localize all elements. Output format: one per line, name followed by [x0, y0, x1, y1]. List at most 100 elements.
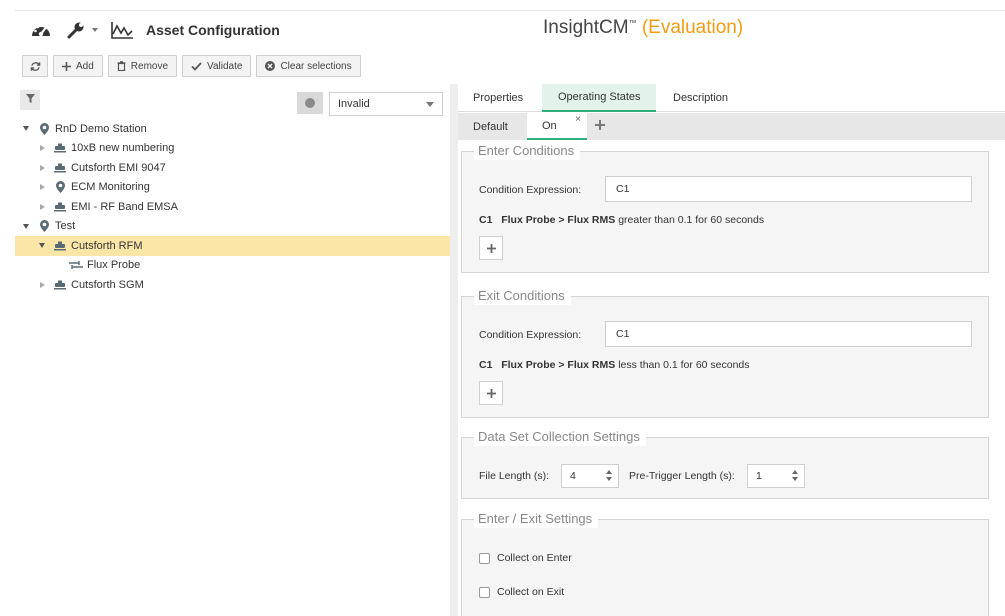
enter-condition-row: C1 Flux Probe > Flux RMS greater than 0.… [479, 214, 764, 226]
filter-button[interactable] [20, 90, 40, 110]
brand-logo: InsightCM™ (Evaluation) [543, 17, 743, 39]
add-enter-condition-button[interactable] [479, 236, 503, 260]
tree-item-emi-rf-band-emsa[interactable]: EMI - RF Band EMSA [15, 197, 450, 217]
machine-icon [53, 163, 67, 173]
file-length-label: File Length (s): [479, 470, 550, 482]
dashboard-icon[interactable] [30, 19, 52, 41]
tree-item-cutsforth-rfm[interactable]: Cutsforth RFM [15, 236, 450, 256]
tree-item-label: Flux Probe [87, 259, 141, 272]
plus-icon [486, 243, 496, 253]
tree-toggle-icon[interactable] [21, 224, 31, 229]
machine-icon [53, 280, 67, 290]
status-filter-value: Invalid [338, 98, 370, 110]
chevron-down-icon [426, 102, 434, 107]
collect-on-exit-checkbox[interactable]: Collect on Exit [479, 586, 564, 598]
machine-icon [53, 241, 67, 251]
clear-selections-label: Clear selections [280, 60, 352, 72]
add-label: Add [76, 60, 94, 72]
tree-toggle-icon[interactable] [37, 204, 47, 210]
tree-item-label: 10xB new numbering [71, 142, 175, 155]
pane-splitter[interactable] [450, 84, 458, 616]
condition-criteria[interactable]: greater than 0.1 for 60 seconds [618, 214, 764, 226]
plus-icon [62, 61, 71, 71]
machine-icon [53, 202, 67, 212]
chevron-down-icon[interactable] [92, 19, 98, 41]
remove-label: Remove [130, 60, 169, 72]
spinner-arrows-icon[interactable] [606, 470, 612, 481]
condition-id: C1 [479, 214, 493, 226]
tree-toggle-icon[interactable] [37, 165, 47, 171]
collect-on-enter-checkbox[interactable]: Collect on Enter [479, 552, 572, 564]
tree-item-label: Cutsforth EMI 9047 [71, 161, 166, 174]
checkbox-icon[interactable] [479, 552, 490, 564]
wrench-icon[interactable] [66, 19, 86, 41]
exit-conditions-group: Exit Conditions Condition Expression: C1… [461, 287, 989, 418]
enter-conditions-group: Enter Conditions Condition Expression: C… [461, 142, 989, 273]
close-icon[interactable]: × [575, 114, 581, 125]
condition-channel[interactable]: Flux Probe > Flux RMS [501, 359, 615, 371]
tree-toggle-icon[interactable] [37, 184, 47, 190]
tree-toggle-icon[interactable] [37, 282, 47, 288]
details-pane: Properties Operating States Description … [458, 84, 1005, 616]
tree-item-ecm-monitoring[interactable]: ECM Monitoring [15, 178, 450, 198]
data-set-collection-group: Data Set Collection Settings File Length… [461, 428, 989, 499]
spinner-arrows-icon[interactable] [792, 470, 798, 481]
enter-condition-expression-input[interactable]: C1 [605, 176, 972, 202]
file-length-stepper[interactable]: 4 [561, 464, 619, 488]
tab-operating-states[interactable]: Operating States [542, 84, 656, 112]
state-tab-on[interactable]: On × [527, 113, 587, 140]
tree-item-flux-probe[interactable]: Flux Probe [15, 256, 450, 276]
tab-description[interactable]: Description [662, 84, 742, 112]
refresh-button[interactable] [22, 55, 48, 77]
add-exit-condition-button[interactable] [479, 381, 503, 405]
tree-item-label: EMI - RF Band EMSA [71, 200, 178, 213]
tree-item-cutsforth-sgm[interactable]: Cutsforth SGM [15, 275, 450, 295]
tab-label: Default [473, 120, 508, 133]
tab-label: Operating States [558, 91, 641, 103]
checkbox-icon[interactable] [479, 586, 490, 598]
file-length-value: 4 [570, 470, 576, 482]
validate-button[interactable]: Validate [182, 55, 252, 77]
exit-condition-expression-value: C1 [616, 328, 630, 340]
tab-properties[interactable]: Properties [464, 84, 534, 112]
tab-label: Description [673, 92, 729, 104]
tree-toggle-icon[interactable] [21, 126, 31, 131]
exit-conditions-legend: Exit Conditions [474, 287, 571, 305]
details-tabs: Properties Operating States Description [458, 84, 1005, 112]
tree-item-label: RnD Demo Station [55, 122, 147, 135]
checkmark-icon [191, 61, 202, 71]
data-set-collection-legend: Data Set Collection Settings [474, 428, 646, 446]
tree-item-test[interactable]: Test [15, 217, 450, 237]
condition-channel[interactable]: Flux Probe > Flux RMS [501, 214, 615, 226]
clear-selections-button[interactable]: Clear selections [256, 55, 361, 77]
exit-condition-expression-input[interactable]: C1 [605, 321, 972, 347]
status-filter-select[interactable]: Invalid [329, 92, 443, 116]
plus-icon [595, 120, 605, 130]
tree-item-rnd-demo-station[interactable]: RnD Demo Station [15, 119, 450, 139]
tree-toggle-icon[interactable] [37, 243, 47, 248]
tab-label: On [542, 119, 557, 132]
asset-tree: RnD Demo Station 10xB new numbering Cuts… [15, 119, 450, 295]
tree-toggle-icon[interactable] [37, 145, 47, 151]
remove-button[interactable]: Remove [107, 55, 178, 77]
pretrigger-length-stepper[interactable]: 1 [747, 464, 805, 488]
location-pin-icon [37, 122, 51, 135]
brand-tm: ™ [628, 18, 637, 28]
tree-item-label: Cutsforth SGM [71, 278, 144, 291]
tree-item-10xb-new-numbering[interactable]: 10xB new numbering [15, 139, 450, 159]
page-title: Asset Configuration [146, 22, 280, 38]
filter-row: Invalid [15, 88, 450, 116]
state-tab-default[interactable]: Default [462, 113, 524, 140]
status-indicator-button[interactable] [297, 92, 323, 114]
brand-evaluation: (Evaluation) [641, 17, 744, 38]
enter-conditions-legend: Enter Conditions [474, 142, 581, 160]
chart-icon[interactable] [110, 19, 134, 41]
tree-item-cutsforth-emi-9047[interactable]: Cutsforth EMI 9047 [15, 158, 450, 178]
add-button[interactable]: Add [53, 55, 103, 77]
operating-state-tabs: Default On × [458, 113, 1005, 140]
tree-item-label: ECM Monitoring [71, 181, 150, 194]
condition-criteria[interactable]: less than 0.1 for 60 seconds [618, 359, 749, 371]
refresh-icon [30, 61, 41, 72]
asset-tree-pane: Invalid RnD Demo Station 10xB new number… [15, 84, 450, 616]
add-state-tab-button[interactable] [595, 117, 605, 135]
